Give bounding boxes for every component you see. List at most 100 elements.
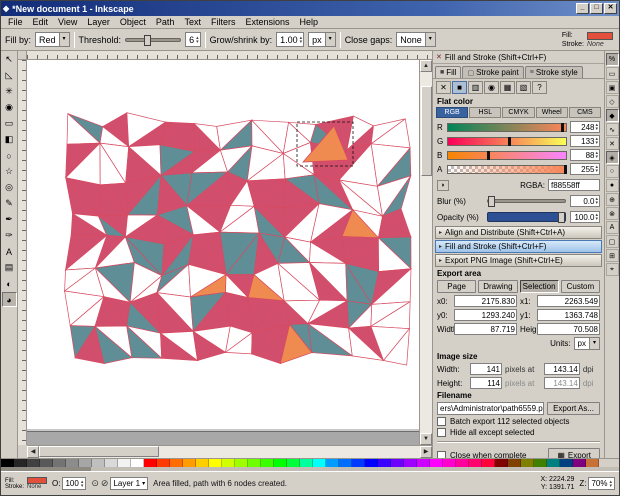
palette-swatch[interactable] [248, 459, 261, 467]
triangle-mesh-artwork[interactable] [63, 112, 415, 366]
palette-swatch[interactable] [482, 459, 495, 467]
palette-scroll-thumb[interactable] [1, 467, 91, 471]
palette-swatch[interactable] [417, 459, 430, 467]
tab-hsl[interactable]: HSL [469, 107, 502, 118]
grow-unit-select[interactable]: px ▾ [308, 32, 336, 47]
current-stroke-value[interactable]: None [587, 41, 613, 48]
export-custom-button[interactable]: Custom [560, 280, 600, 293]
panel-close-icon[interactable]: ✕ [436, 53, 442, 61]
slider-thumb[interactable] [560, 122, 564, 132]
spinner-arrows-icon[interactable]: ▴ ▾ [595, 123, 598, 132]
palette-swatch[interactable] [456, 459, 469, 467]
snap-cusp-node[interactable]: ◈ [605, 151, 619, 164]
palette-swatch[interactable] [391, 459, 404, 467]
menu-help[interactable]: Help [294, 17, 323, 27]
slider-thumb[interactable] [486, 150, 490, 160]
palette-swatch[interactable] [443, 459, 456, 467]
tab-stroke-paint[interactable]: ▢ Stroke paint [462, 66, 524, 78]
palette-swatch[interactable] [313, 459, 326, 467]
snap-enable[interactable]: % [605, 53, 619, 66]
style-indicator[interactable]: Fill: Stroke: None [5, 477, 48, 490]
palette-swatch[interactable] [274, 459, 287, 467]
close-button[interactable]: ✕ [604, 3, 617, 14]
palette-swatch[interactable] [261, 459, 274, 467]
red-channel-slider[interactable] [447, 122, 567, 132]
palette-swatch[interactable] [222, 459, 235, 467]
slider-thumb[interactable] [564, 164, 567, 174]
swatch-paint[interactable]: ▧ [516, 81, 531, 94]
palette-swatch[interactable] [573, 459, 586, 467]
calligraphy-tool[interactable]: ✑ [2, 228, 17, 243]
palette-swatch[interactable] [495, 459, 508, 467]
snap-nodes[interactable]: ◆ [605, 109, 619, 122]
dpi-width-input[interactable]: 143.14 [543, 363, 580, 375]
status-stroke-value[interactable]: None [27, 484, 47, 490]
palette-swatch[interactable] [352, 459, 365, 467]
snap-bbox[interactable]: ▭ [605, 67, 619, 80]
tab-wheel[interactable]: Wheel [535, 107, 568, 118]
zoom-spinner[interactable]: 70% ▴ ▾ [588, 477, 615, 490]
palette-swatch[interactable] [534, 459, 547, 467]
threshold-slider[interactable] [125, 34, 182, 46]
close-when-complete-checkbox[interactable] [437, 451, 446, 458]
palette-swatch[interactable] [339, 459, 352, 467]
area-height-input[interactable]: 70.508 [537, 323, 600, 335]
maximize-button[interactable]: □ [590, 3, 603, 14]
layer-select[interactable]: Layer 1 ▾ [110, 477, 149, 490]
snap-text-baseline[interactable]: A [605, 221, 619, 234]
x1-input[interactable]: 2263.549 [537, 295, 600, 307]
y1-input[interactable]: 1363.748 [537, 309, 600, 321]
hide-except-checkbox[interactable] [437, 428, 446, 437]
layer-lock-icon[interactable]: ⊘ [101, 478, 109, 489]
palette-swatch[interactable] [547, 459, 560, 467]
palette-swatch[interactable] [469, 459, 482, 467]
menu-file[interactable]: File [3, 17, 28, 27]
palette-swatch[interactable] [365, 459, 378, 467]
snap-smooth-node[interactable]: ○ [605, 165, 619, 178]
alpha-channel-spinner[interactable]: 255 ▴ ▾ [570, 163, 600, 175]
grow-shrink-spinner[interactable]: 1.00 ▴ ▾ [276, 32, 305, 47]
y0-input[interactable]: 1293.240 [454, 309, 517, 321]
tab-cms[interactable]: CMS [568, 107, 602, 118]
spinner-arrows-icon[interactable]: ▴ ▾ [595, 165, 598, 174]
units-select[interactable]: px ▾ [573, 337, 600, 350]
align-distribute-panel-header[interactable]: ▸ Align and Distribute (Shift+Ctrl+A) [435, 226, 602, 239]
green-channel-spinner[interactable]: 133 ▴ ▾ [570, 135, 600, 147]
area-width-input[interactable]: 87.719 [454, 323, 517, 335]
palette-swatch[interactable] [105, 459, 118, 467]
palette-swatch[interactable] [14, 459, 27, 467]
tab-stroke-style[interactable]: ≡ Stroke style [524, 66, 583, 78]
zoom-tool[interactable]: ◉ [2, 100, 17, 115]
green-channel-slider[interactable] [447, 136, 567, 146]
ruler-horizontal[interactable] [27, 51, 432, 60]
palette-swatch[interactable] [300, 459, 313, 467]
export-page-button[interactable]: Page [437, 280, 477, 293]
status-fill-swatch[interactable] [27, 477, 48, 484]
palette-swatch[interactable] [586, 459, 599, 467]
snap-path-intersection[interactable]: ✕ [605, 137, 619, 150]
pen-tool[interactable]: ✒ [2, 212, 17, 227]
palette-swatch[interactable] [196, 459, 209, 467]
palette-swatch[interactable] [508, 459, 521, 467]
palette-scrollbar[interactable] [1, 467, 619, 471]
palette-swatch[interactable] [1, 459, 14, 467]
spinner-arrows-icon[interactable]: ▴ ▾ [609, 479, 612, 488]
image-height-input[interactable]: 114 [470, 377, 502, 389]
snap-bbox-edge[interactable]: ▣ [605, 81, 619, 94]
snap-grid[interactable]: ⊞ [605, 249, 619, 262]
radial-gradient[interactable]: ◉ [484, 81, 499, 94]
no-paint[interactable]: ✕ [436, 81, 451, 94]
palette-swatch[interactable] [521, 459, 534, 467]
x0-input[interactable]: 2175.830 [454, 295, 517, 307]
spinner-arrows-icon[interactable]: ▴ ▾ [196, 35, 199, 44]
scroll-left-icon[interactable]: ◀ [27, 446, 39, 458]
blue-channel-spinner[interactable]: 88 ▴ ▾ [570, 149, 600, 161]
blue-channel-slider[interactable] [447, 150, 567, 160]
linear-gradient[interactable]: ▥ [468, 81, 483, 94]
menu-edit[interactable]: Edit [28, 17, 54, 27]
tab-cmyk[interactable]: CMYK [502, 107, 535, 118]
snap-midpoint[interactable]: ● [605, 179, 619, 192]
opacity-spinner[interactable]: 100.0 ▴ ▾ [570, 211, 600, 223]
slider-thumb[interactable] [144, 34, 152, 46]
star-tool[interactable]: ☆ [2, 164, 17, 179]
